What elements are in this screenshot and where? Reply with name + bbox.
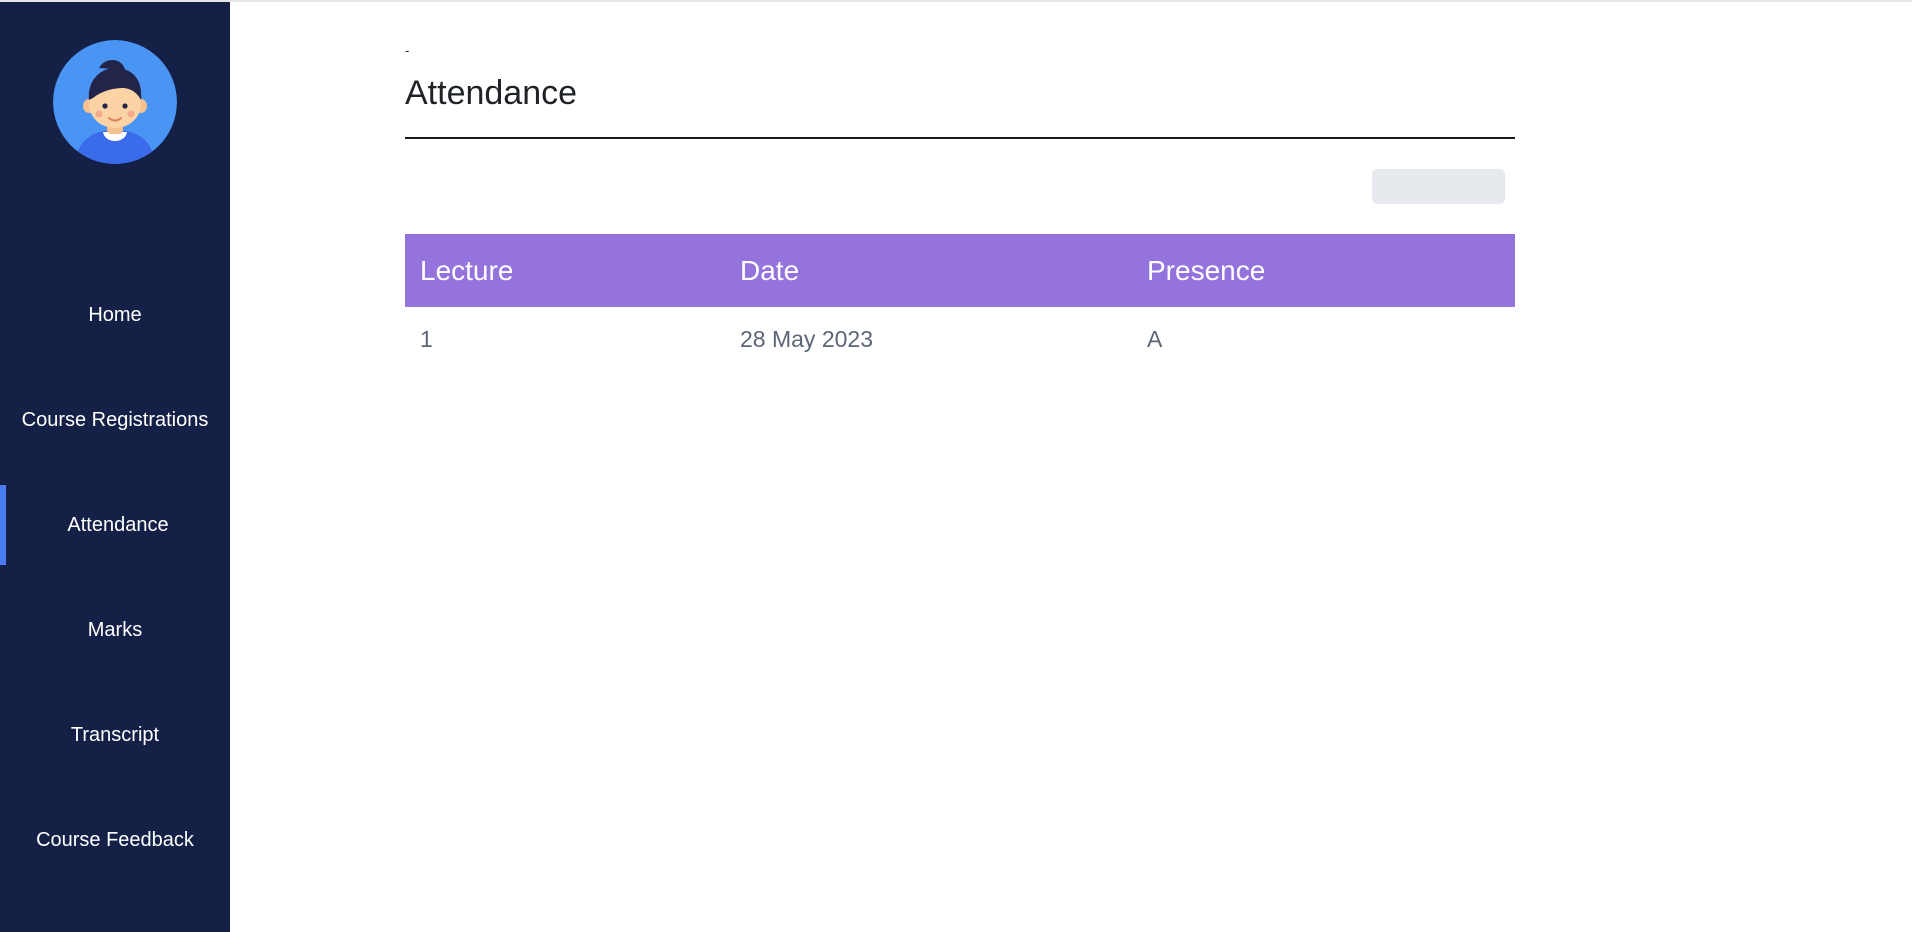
- column-header-presence: Presence: [1147, 254, 1266, 286]
- sidebar-item-marks[interactable]: Marks: [0, 590, 230, 670]
- active-indicator: [0, 485, 6, 565]
- attendance-table: Lecture Date Presence 1 28 May 2023 A: [405, 234, 1515, 371]
- sidebar-item-transcript[interactable]: Transcript: [0, 695, 230, 775]
- sidebar-item-course-registrations[interactable]: Course Registrations: [0, 380, 230, 460]
- cell-presence: A: [1147, 325, 1163, 352]
- avatar-illustration-icon: [53, 40, 177, 164]
- sidebar-item-home[interactable]: Home: [0, 275, 230, 355]
- toolbar-button[interactable]: [1372, 169, 1505, 204]
- sidebar-item-attendance[interactable]: Attendance: [0, 485, 230, 565]
- cell-lecture: 1: [420, 325, 433, 352]
- column-header-lecture: Lecture: [420, 254, 514, 286]
- sidebar-item-label: Transcript: [70, 723, 160, 746]
- dash-marker: -: [405, 43, 410, 58]
- sidebar-item-label: Marks: [87, 618, 143, 641]
- sidebar: Home Course Registrations Attendance Mar…: [0, 2, 230, 932]
- sidebar-item-course-feedback[interactable]: Course Feedback: [0, 800, 230, 880]
- title-divider: [405, 137, 1515, 139]
- page-title: Attendance: [405, 74, 578, 112]
- top-border: [0, 0, 1912, 2]
- sidebar-item-label: Home: [88, 303, 142, 326]
- cell-date: 28 May 2023: [740, 325, 873, 352]
- avatar[interactable]: [53, 40, 177, 164]
- table-header-row: Lecture Date Presence: [405, 234, 1515, 307]
- sidebar-item-label: Course Registrations: [21, 408, 209, 431]
- sidebar-item-label: Attendance: [67, 513, 169, 536]
- table-row: 1 28 May 2023 A: [405, 307, 1515, 371]
- column-header-date: Date: [740, 254, 800, 286]
- sidebar-item-label: Course Feedback: [36, 828, 194, 851]
